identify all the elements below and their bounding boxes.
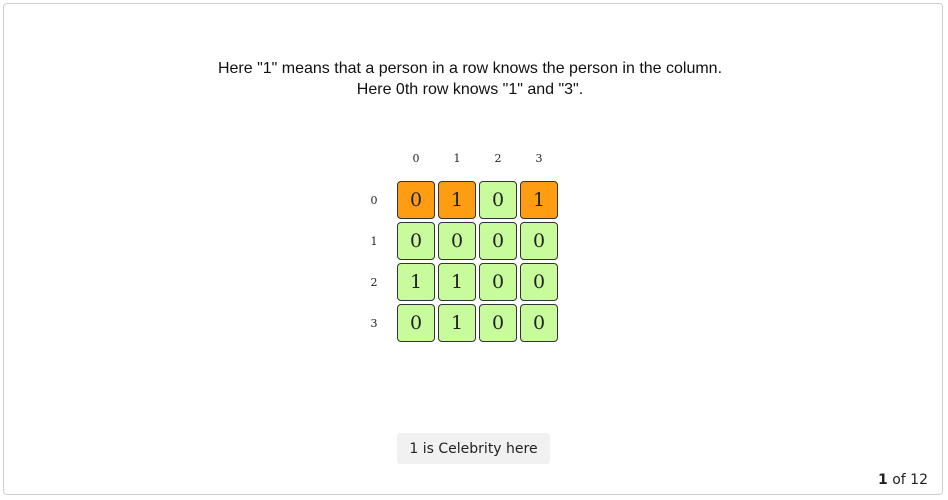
caption: Here "1" means that a person in a row kn… xyxy=(0,58,940,100)
caption-line-1: Here "1" means that a person in a row kn… xyxy=(217,60,723,77)
matrix-cell: 0 xyxy=(479,181,517,219)
matrix-cell: 0 xyxy=(397,181,435,219)
slide-pager: 1 of 12 xyxy=(878,472,928,488)
column-label: 3 xyxy=(535,152,543,165)
column-label: 2 xyxy=(494,152,502,165)
matrix-cell: 0 xyxy=(397,304,435,342)
matrix-cell: 1 xyxy=(397,263,435,301)
status-label: 1 is Celebrity here xyxy=(397,433,550,464)
matrix-cell: 0 xyxy=(438,222,476,260)
row-label: 2 xyxy=(370,276,378,289)
matrix-cell: 1 xyxy=(438,181,476,219)
matrix-cell: 0 xyxy=(520,222,558,260)
matrix-cell: 0 xyxy=(520,304,558,342)
pager-total: 12 xyxy=(910,472,928,488)
row-label: 1 xyxy=(370,235,378,248)
matrix-cell: 1 xyxy=(520,181,558,219)
matrix-cell: 1 xyxy=(438,263,476,301)
matrix-cell: 0 xyxy=(479,304,517,342)
pager-current: 1 xyxy=(878,472,888,488)
column-label: 0 xyxy=(412,152,420,165)
row-label: 0 xyxy=(370,194,378,207)
row-label: 3 xyxy=(370,317,378,330)
matrix-cell: 0 xyxy=(397,222,435,260)
matrix-cell: 1 xyxy=(438,304,476,342)
pager-separator: of xyxy=(892,472,911,488)
matrix-cell: 0 xyxy=(479,263,517,301)
column-label: 1 xyxy=(453,152,461,165)
matrix-cell: 0 xyxy=(520,263,558,301)
caption-line-2: Here 0th row knows "1" and "3". xyxy=(356,81,584,98)
matrix-cell: 0 xyxy=(479,222,517,260)
